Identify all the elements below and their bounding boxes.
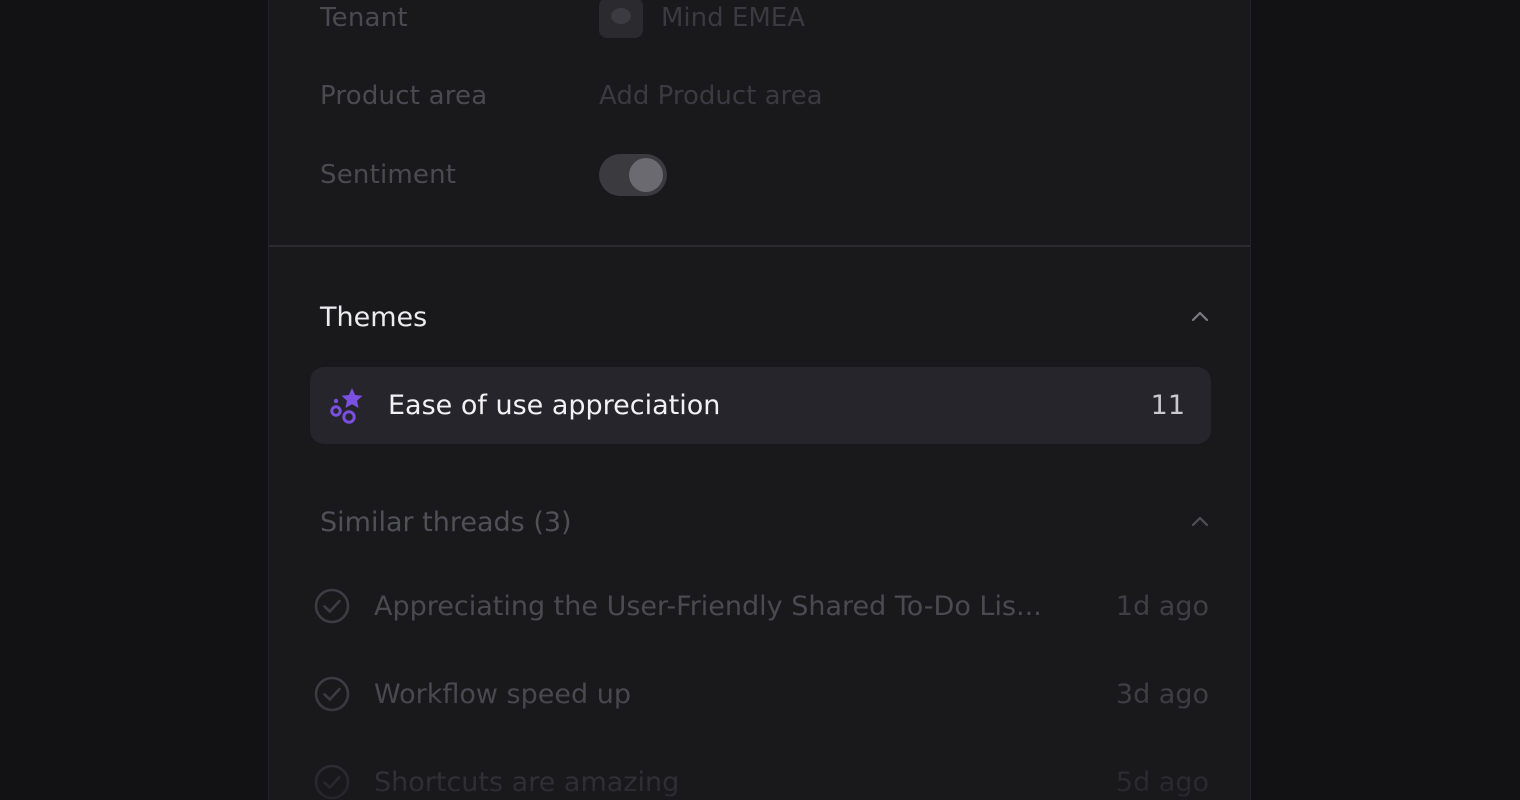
product-area-row: Product area Add Product area [320,74,1250,118]
thread-row[interactable]: Workflow speed up 3d ago [313,672,1209,716]
sentiment-toggle[interactable] [599,154,667,196]
details-panel: Tenant Mind EMEA Product area Add Produc… [268,0,1251,800]
similar-threads-title: Similar threads (3) [320,506,572,538]
check-circle-icon [314,676,350,712]
tenant-row: Tenant Mind EMEA [320,0,1250,40]
theme-label: Ease of use appreciation [388,390,721,421]
chevron-up-icon[interactable] [1190,307,1210,327]
thread-row[interactable]: Shortcuts are amazing 5d ago [313,760,1209,800]
chevron-up-icon[interactable] [1190,512,1210,532]
thread-title: Shortcuts are amazing [374,766,680,798]
themes-title: Themes [320,301,428,333]
sentiment-row: Sentiment [320,153,1250,197]
toggle-knob [629,158,663,192]
check-circle-icon [314,588,350,624]
thread-title: Appreciating the User-Friendly Shared To… [374,590,1042,622]
product-area-label: Product area [320,81,488,111]
thread-time: 1d ago [1115,590,1209,622]
app-window: Tenant Mind EMEA Product area Add Produc… [0,0,1520,800]
thread-row[interactable]: Appreciating the User-Friendly Shared To… [313,584,1209,628]
thread-time: 5d ago [1115,766,1209,798]
sentiment-label: Sentiment [320,160,457,190]
similar-threads-header[interactable]: Similar threads (3) [320,502,1210,542]
theme-count: 11 [1150,390,1185,421]
thread-time: 3d ago [1115,678,1209,710]
themes-header[interactable]: Themes [320,297,1210,337]
tenant-name: Mind EMEA [661,3,805,33]
stars-icon [330,387,363,424]
tenant-label: Tenant [320,3,408,33]
tenant-value[interactable]: Mind EMEA [599,0,805,38]
check-circle-icon [314,764,350,800]
thread-title: Workflow speed up [374,678,631,710]
tenant-avatar [599,0,643,38]
product-area-field[interactable]: Add Product area [599,81,823,111]
section-divider [269,245,1250,247]
theme-item[interactable]: Ease of use appreciation 11 [310,367,1211,444]
